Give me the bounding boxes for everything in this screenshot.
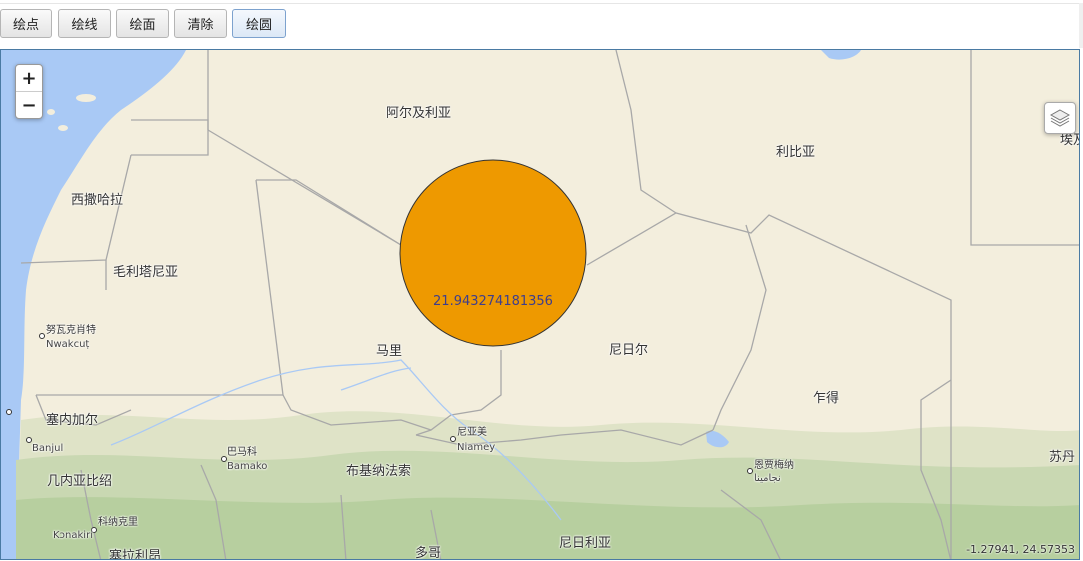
toolbar-divider	[0, 3, 1083, 4]
label-banjul: Banjul	[32, 443, 64, 454]
label-bamako-cn: 巴马科	[227, 447, 257, 458]
city-dot	[450, 436, 456, 442]
label-libya: 利比亚	[776, 145, 816, 160]
forest-zone	[16, 497, 1079, 559]
draw-line-button[interactable]: 绘线	[58, 9, 111, 38]
drawn-circle[interactable]	[399, 159, 587, 347]
label-mali: 马里	[376, 344, 403, 359]
label-guinea: 几内亚比绍	[47, 474, 113, 489]
island	[47, 109, 55, 115]
label-burkina: 布基纳法索	[346, 464, 412, 479]
zoom-out-button[interactable]: −	[16, 92, 42, 118]
draw-circle-button[interactable]: 绘圆	[232, 9, 286, 38]
label-sierra: 塞拉利昂	[109, 549, 162, 560]
toolbar-edge	[1079, 3, 1083, 48]
label-bamako: Bamako	[227, 461, 268, 472]
zoom-in-button[interactable]: +	[16, 65, 42, 91]
label-nigeria: 尼日利亚	[559, 536, 612, 551]
label-niamey-cn: 尼亚美	[457, 427, 487, 438]
label-togo: 多哥	[415, 546, 442, 560]
label-mauritania: 毛利塔尼亚	[113, 265, 179, 280]
label-nouakchott: Nwakcuṭ	[46, 339, 90, 350]
label-sudan: 苏丹	[1049, 450, 1076, 465]
city-dot	[39, 333, 45, 339]
circle-radius-label: 21.943274181356	[433, 294, 553, 309]
label-algeria: 阿尔及利亚	[386, 106, 452, 121]
label-chad: 乍得	[813, 391, 840, 406]
map-canvas[interactable]: 21.943274181356 阿尔及利亚 利比亚 埃及 西撒哈拉 毛利塔尼亚 …	[0, 49, 1080, 560]
label-niamey: Niamey	[457, 442, 496, 453]
label-conakry: Kɔnakiri	[53, 530, 93, 541]
layers-button[interactable]	[1044, 102, 1076, 134]
island	[76, 94, 96, 102]
label-ndjamena: نجامينا	[754, 473, 781, 484]
draw-point-button[interactable]: 绘点	[0, 9, 52, 38]
mouse-coordinates: -1.27941, 24.57353	[966, 543, 1075, 556]
label-western-sahara: 西撒哈拉	[71, 193, 124, 208]
zoom-control: + −	[15, 64, 43, 119]
label-senegal: 塞内加尔	[46, 413, 99, 428]
sea	[821, 50, 861, 60]
label-ndjamena-cn: 恩贾梅纳	[754, 460, 794, 471]
island	[58, 125, 68, 131]
draw-polygon-button[interactable]: 绘面	[116, 9, 169, 38]
layers-icon	[1050, 109, 1070, 127]
city-dot	[747, 468, 753, 474]
draw-toolbar: 绘点 绘线 绘面 清除 绘圆	[0, 0, 1083, 48]
label-niger: 尼日尔	[609, 343, 649, 358]
label-nouakchott-cn: 努瓦克肖特	[46, 325, 96, 336]
label-conakry-cn: 科纳克里	[98, 517, 138, 528]
city-dot	[6, 409, 12, 415]
clear-button[interactable]: 清除	[174, 9, 227, 38]
